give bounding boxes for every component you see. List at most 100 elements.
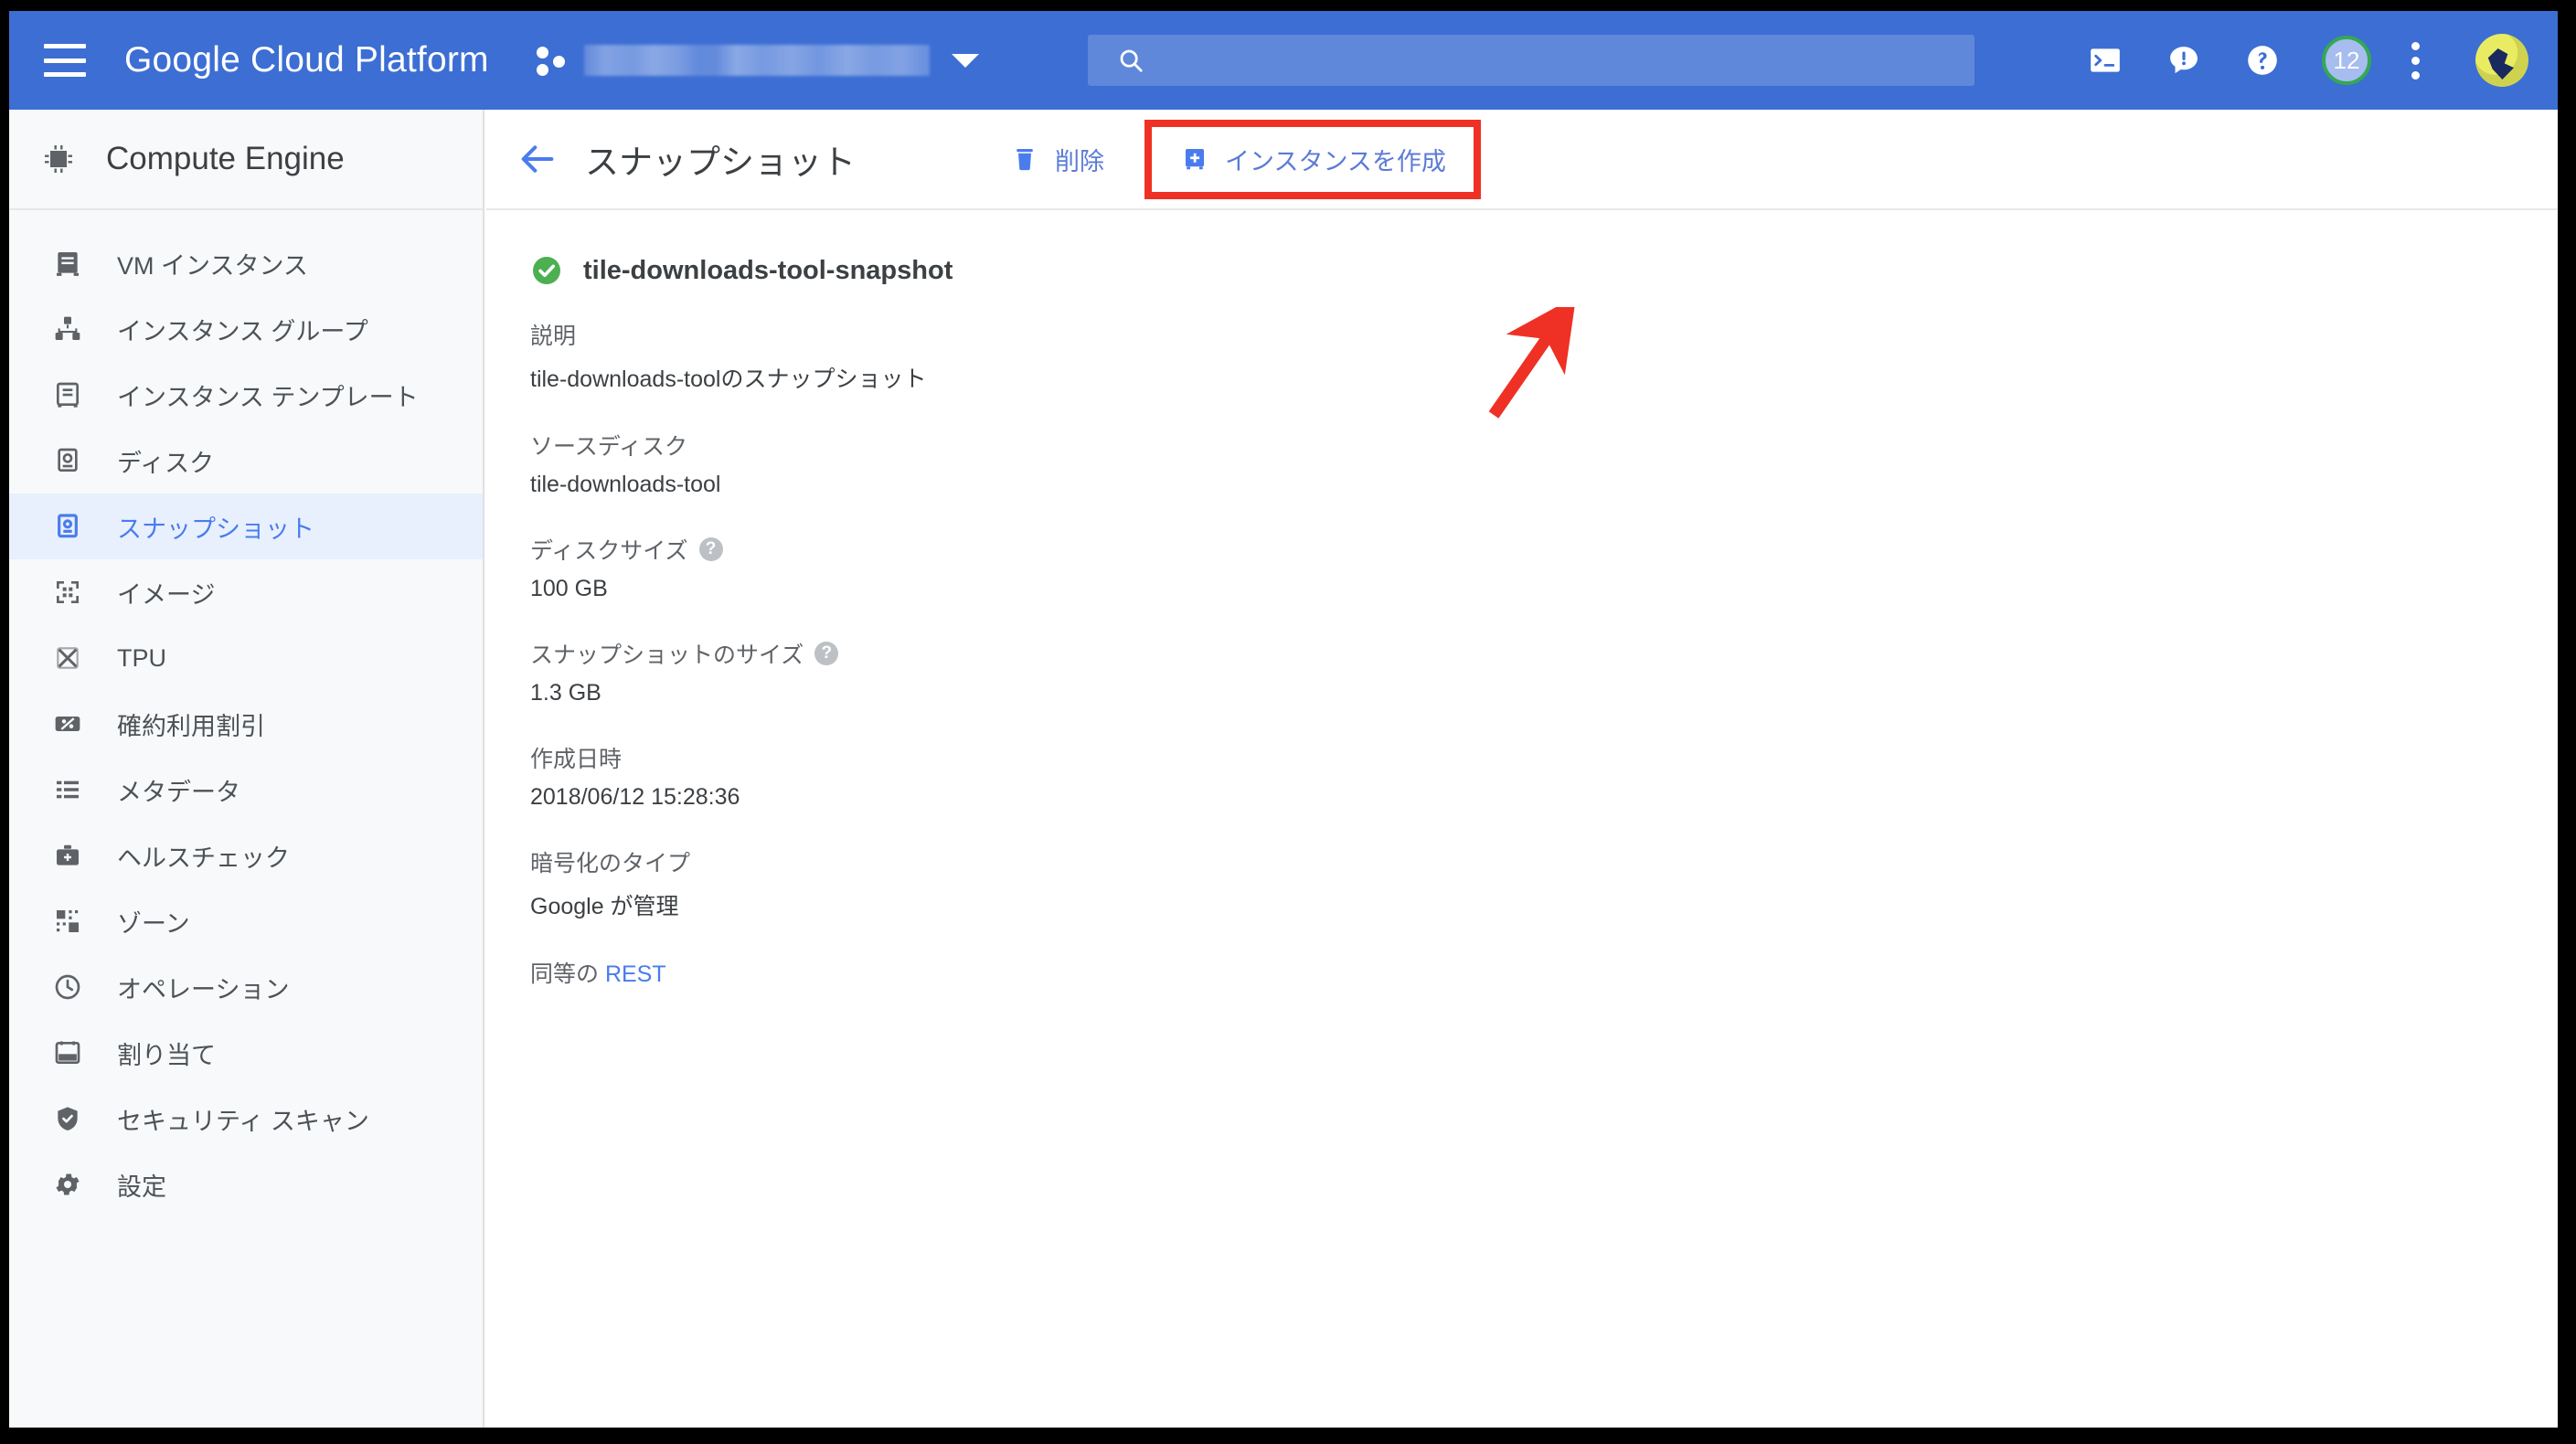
sidebar-item-label: インスタンス グループ — [117, 317, 368, 345]
page-title: スナップショット — [585, 143, 856, 181]
sidebar-item-label: スナップショット — [117, 515, 314, 543]
sidebar-item-vm-instances[interactable]: VM インスタンス — [9, 230, 483, 296]
security-shield-icon — [51, 1102, 84, 1135]
sidebar-item-quotas[interactable]: 割り当て — [9, 1020, 483, 1086]
chevron-down-icon — [951, 53, 979, 68]
field-disk-size: ディスクサイズ ? 100 GB — [530, 533, 2558, 602]
sidebar-item-label: メタデータ — [117, 778, 240, 806]
tpu-icon — [51, 642, 84, 674]
field-value: tile-downloads-toolのスナップショット — [530, 366, 927, 392]
create-instance-label: インスタンスを作成 — [1225, 147, 1446, 175]
delete-button[interactable]: 削除 — [989, 129, 1124, 190]
green-check-icon — [530, 254, 563, 287]
rest-link[interactable]: REST — [605, 961, 666, 987]
project-name-redacted — [583, 45, 930, 76]
main-content: スナップショット 削除 インスタンスを作成 tile-downloads-too… — [486, 110, 2558, 1428]
field-value: 100 GB — [530, 576, 608, 601]
back-arrow-icon[interactable] — [510, 132, 565, 186]
create-instance-button[interactable]: インスタンスを作成 — [1170, 136, 1455, 183]
product-header: Compute Engine — [9, 110, 483, 210]
hamburger-menu-icon[interactable] — [44, 44, 86, 77]
field-source-disk: ソースディスク tile-downloads-tool — [530, 429, 2558, 498]
notifications-icon[interactable] — [2165, 41, 2203, 80]
field-value: Google が管理 — [530, 894, 679, 919]
health-check-icon — [51, 839, 84, 872]
snapshot-name: tile-downloads-tool-snapshot — [583, 255, 953, 285]
sidebar-item-instance-groups[interactable]: インスタンス グループ — [9, 296, 483, 362]
chip-icon — [42, 143, 75, 175]
field-snapshot-size: スナップショットのサイズ ? 1.3 GB — [530, 637, 2558, 706]
status-badge[interactable]: 12 — [2322, 36, 2371, 85]
sidebar-item-label: インスタンス テンプレート — [117, 383, 419, 411]
field-label: スナップショットのサイズ ? — [530, 637, 2558, 670]
snapshot-icon — [51, 510, 84, 543]
field-value: 2018/06/12 15:28:36 — [530, 784, 740, 810]
more-vert-icon[interactable] — [2411, 41, 2421, 80]
sidebar-item-images[interactable]: イメージ — [9, 559, 483, 625]
create-instance-icon — [1179, 143, 1210, 175]
search-icon — [1117, 47, 1144, 74]
sidebar-item-label: TPU — [117, 643, 166, 672]
field-value: 1.3 GB — [530, 680, 601, 706]
field-creation-time: 作成日時 2018/06/12 15:28:36 — [530, 741, 2558, 811]
sidebar-item-settings[interactable]: 設定 — [9, 1152, 483, 1217]
sidebar-item-label: VM インスタンス — [117, 251, 308, 280]
field-value: tile-downloads-tool — [530, 472, 721, 497]
sidebar-item-security-scans[interactable]: セキュリティ スキャン — [9, 1086, 483, 1152]
settings-gear-icon — [51, 1168, 84, 1201]
cloud-shell-icon[interactable] — [2086, 41, 2124, 80]
sidebar-item-label: オペレーション — [117, 975, 290, 1003]
field-description: 説明 tile-downloads-toolのスナップショット — [530, 318, 2558, 394]
delete-label: 削除 — [1055, 147, 1104, 175]
rest-equivalent-row: 同等の REST — [530, 956, 2558, 989]
brand-title: Google Cloud Platform — [124, 40, 489, 80]
project-selector[interactable] — [536, 45, 979, 76]
instance-group-icon — [51, 313, 84, 345]
search-bar[interactable] — [1088, 35, 1975, 86]
field-label: 作成日時 — [530, 747, 623, 772]
field-label: ソースディスク — [530, 434, 688, 460]
sidebar-item-operations[interactable]: オペレーション — [9, 954, 483, 1020]
sidebar-item-instance-templates[interactable]: インスタンス テンプレート — [9, 362, 483, 428]
field-encryption-type: 暗号化のタイプ Google が管理 — [530, 845, 2558, 921]
sidebar-item-zones[interactable]: ゾーン — [9, 888, 483, 954]
sidebar-item-metadata[interactable]: メタデータ — [9, 757, 483, 823]
sidebar-item-label: 設定 — [117, 1173, 166, 1201]
field-label: 暗号化のタイプ — [530, 851, 691, 876]
metadata-icon — [51, 773, 84, 806]
sidebar-item-health-checks[interactable]: ヘルスチェック — [9, 823, 483, 888]
sidebar-item-disks[interactable]: ディスク — [9, 428, 483, 494]
image-icon — [51, 576, 84, 609]
sidebar-item-label: 割り当て — [117, 1041, 216, 1069]
sidebar-item-label: セキュリティ スキャン — [117, 1107, 369, 1135]
search-input[interactable] — [1161, 46, 1975, 75]
header-actions: 12 — [2086, 11, 2528, 110]
field-label: ディスクサイズ ? — [530, 533, 2558, 566]
top-header: Google Cloud Platform 12 — [9, 11, 2558, 110]
help-icon[interactable]: ? — [814, 642, 839, 665]
product-title: Compute Engine — [106, 141, 345, 176]
sidebar-item-tpu[interactable]: TPU — [9, 625, 483, 691]
percent-icon — [51, 707, 84, 740]
snapshot-detail-panel: tile-downloads-tool-snapshot 説明 tile-dow… — [486, 210, 2558, 989]
help-icon[interactable]: ? — [698, 537, 723, 561]
disk-icon — [51, 444, 84, 477]
sidebar-item-label: ディスク — [117, 449, 215, 477]
sidebar-item-snapshots[interactable]: スナップショット — [9, 494, 483, 559]
instance-template-icon — [51, 378, 84, 411]
app-window: Google Cloud Platform 12 Compute Engine … — [9, 11, 2558, 1428]
field-label: 説明 — [530, 324, 577, 349]
rest-prefix: 同等の — [530, 961, 605, 987]
vm-instance-icon — [51, 247, 84, 280]
sidebar-item-committed-use-discounts[interactable]: 確約利用割引 — [9, 691, 483, 757]
quota-icon — [51, 1036, 84, 1069]
operations-clock-icon — [51, 971, 84, 1003]
trash-icon — [1009, 143, 1040, 175]
sidebar-item-label: ゾーン — [117, 909, 190, 938]
create-instance-highlight: インスタンスを作成 — [1144, 119, 1481, 199]
sidebar-nav: VM インスタンス インスタンス グループ インスタンス テンプレート ディスク… — [9, 210, 483, 1217]
avatar[interactable] — [2475, 34, 2528, 87]
sidebar-item-label: イメージ — [117, 580, 216, 609]
toolbar-actions: 削除 インスタンスを作成 — [989, 119, 1481, 199]
help-icon[interactable] — [2243, 41, 2282, 80]
